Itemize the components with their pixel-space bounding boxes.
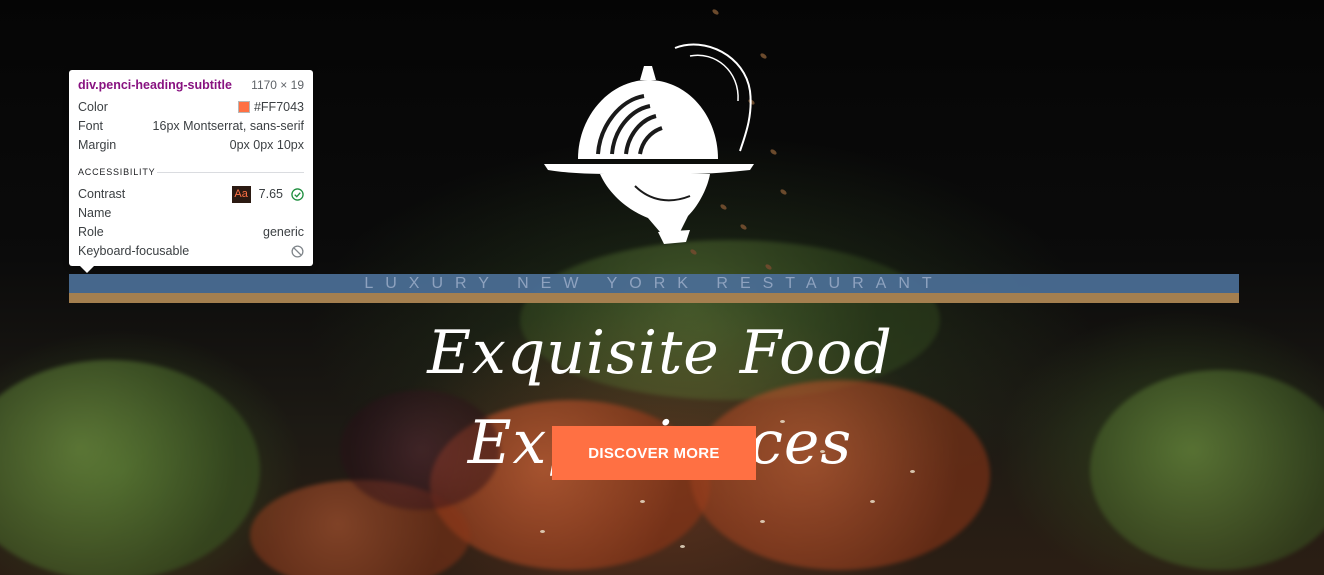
lettuce-left	[0, 360, 260, 575]
font-value: 16px Montserrat, sans-serif	[152, 119, 304, 133]
role-label: Role	[78, 225, 104, 239]
not-allowed-icon	[291, 244, 304, 258]
contrast-sample-badge: Aa	[231, 185, 251, 203]
role-row: Role generic	[78, 223, 304, 241]
color-label: Color	[78, 100, 108, 114]
role-value: generic	[263, 225, 304, 239]
element-selector: div.penci-heading-subtitle	[78, 78, 232, 92]
lettuce-right	[1090, 370, 1324, 570]
element-dimensions: 1170 × 19	[251, 78, 304, 92]
tooltip-pointer	[79, 265, 95, 273]
discover-more-button[interactable]: DISCOVER MORE	[552, 426, 756, 480]
margin-value: 0px 0px 10px	[229, 138, 304, 152]
keyboard-focusable-row: Keyboard-focusable	[78, 242, 304, 260]
contrast-row: Contrast Aa 7.65	[78, 185, 304, 203]
subtitle-highlight-margin	[69, 293, 1239, 303]
hero-subtitle: LUXURY NEW YORK RESTAURANT	[364, 275, 944, 292]
color-value: #FF7043	[253, 100, 304, 114]
name-label: Name	[78, 206, 112, 220]
hero-title: Exquisite Food Experiences	[427, 318, 893, 478]
section-divider	[157, 172, 304, 173]
margin-label: Margin	[78, 138, 117, 152]
contrast-label: Contrast	[78, 187, 126, 201]
keyboard-focusable-label: Keyboard-focusable	[78, 244, 190, 258]
cloche-serving-tray-icon	[544, 43, 754, 244]
tooltip-header: div.penci-heading-subtitle 1170 × 19	[78, 78, 304, 96]
check-circle-icon	[291, 187, 304, 201]
font-label: Font	[78, 119, 104, 133]
color-swatch	[237, 101, 250, 113]
accessibility-section-title: ACCESSIBILITY	[78, 167, 156, 177]
name-row: Name	[78, 204, 304, 222]
devtools-inspect-tooltip: div.penci-heading-subtitle 1170 × 19 Col…	[69, 70, 313, 266]
font-row: Font 16px Montserrat, sans-serif	[78, 117, 304, 135]
color-row: Color #FF7043	[78, 98, 304, 116]
contrast-value: 7.65	[258, 187, 283, 201]
margin-row: Margin 0px 0px 10px	[78, 136, 304, 154]
